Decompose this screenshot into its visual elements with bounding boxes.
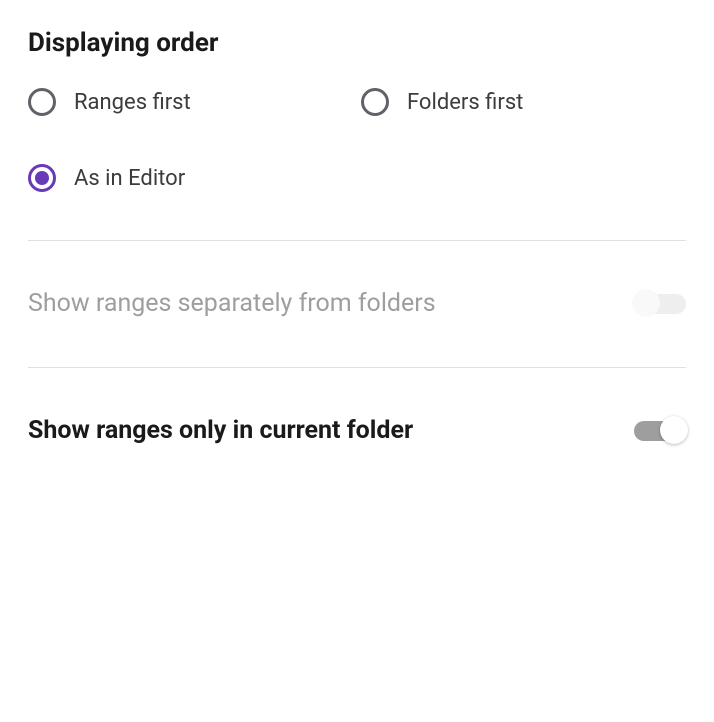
radio-icon	[28, 88, 56, 116]
radio-icon	[361, 88, 389, 116]
section-title-displaying-order: Displaying order	[28, 28, 686, 58]
toggle-thumb-icon	[660, 416, 688, 444]
row-show-ranges-separately: Show ranges separately from folders	[28, 241, 686, 367]
radio-icon-selected	[28, 164, 56, 192]
radio-folders-first[interactable]: Folders first	[361, 88, 686, 116]
radio-as-in-editor[interactable]: As in Editor	[28, 164, 353, 192]
radio-dot-icon	[35, 171, 49, 185]
radio-ranges-first[interactable]: Ranges first	[28, 88, 353, 116]
toggle-label-show-separately: Show ranges separately from folders	[28, 287, 436, 321]
radio-label: Folders first	[407, 90, 523, 115]
radio-label: As in Editor	[74, 166, 185, 191]
radio-label: Ranges first	[74, 90, 191, 115]
toggle-show-ranges-current-folder[interactable]	[634, 421, 686, 441]
row-show-ranges-current-folder: Show ranges only in current folder	[28, 368, 686, 494]
displaying-order-radio-group: Ranges first Folders first As in Editor	[28, 88, 686, 192]
toggle-show-ranges-separately	[634, 294, 686, 314]
toggle-label-show-current-only: Show ranges only in current folder	[28, 414, 413, 448]
toggle-thumb-icon	[632, 289, 660, 317]
